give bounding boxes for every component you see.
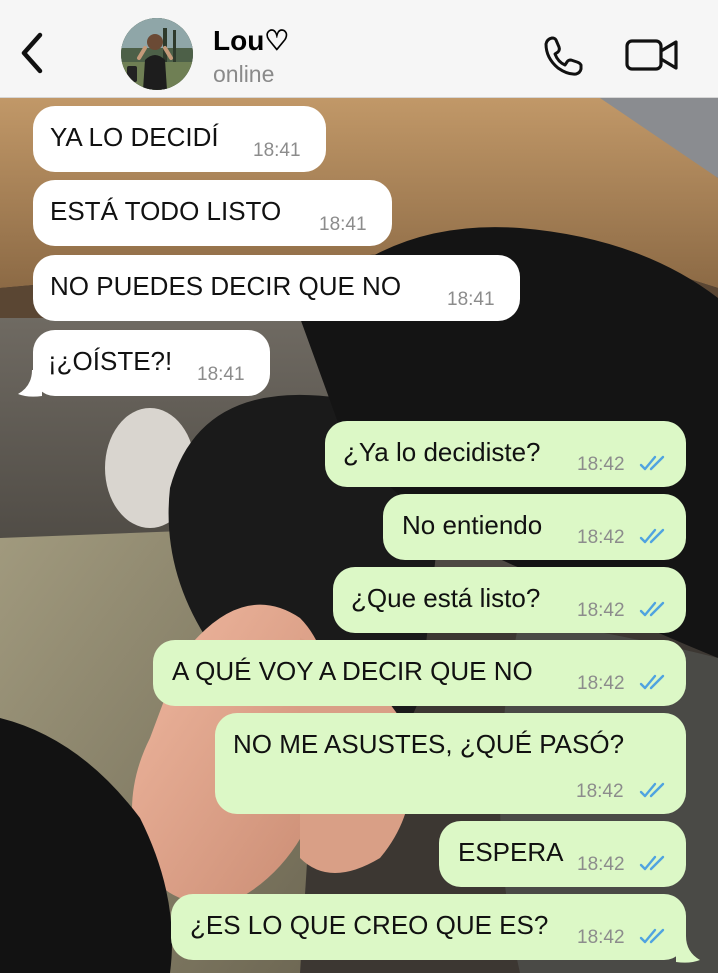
message-text: No entiendo (402, 510, 543, 540)
message-time: 18:41 (197, 364, 245, 385)
message-text: NO PUEDES DECIR QUE NO (50, 271, 402, 301)
message-time: 18:41 (253, 140, 301, 161)
message-bubble-incoming[interactable]: ESTÁ TODO LISTO 18:41 (33, 180, 392, 246)
back-button[interactable] (12, 28, 52, 78)
message-text: YA LO DECIDÍ (50, 122, 219, 152)
message-bubble-outgoing[interactable]: A QUÉ VOY A DECIR QUE NO 18:42 (153, 640, 686, 706)
avatar[interactable] (121, 18, 193, 90)
message-text: ESTÁ TODO LISTO (50, 196, 282, 226)
message-bubble-outgoing[interactable]: ¿Que está listo? 18:42 (333, 567, 686, 633)
voice-call-button[interactable] (538, 32, 586, 80)
message-time: 18:42 (577, 673, 625, 694)
message-time: 18:42 (577, 927, 625, 948)
contact-status: online (213, 61, 275, 87)
phone-icon (544, 36, 583, 76)
double-check-icon (639, 928, 665, 944)
message-time: 18:42 (577, 854, 625, 875)
message-bubble-incoming[interactable]: NO PUEDES DECIR QUE NO 18:41 (33, 255, 520, 321)
message-bubble-incoming[interactable]: ¡¿OÍSTE?! 18:41 (33, 330, 270, 396)
message-time: 18:41 (319, 214, 367, 235)
message-bubble-outgoing[interactable]: NO ME ASUSTES, ¿QUÉ PASÓ? 18:42 (215, 713, 686, 814)
message-bubble-outgoing[interactable]: ¿Ya lo decidiste? 18:42 (325, 421, 686, 487)
message-bubble-outgoing[interactable]: ESPERA 18:42 (439, 821, 686, 887)
message-time: 18:42 (577, 600, 625, 621)
chat-header: Lou♡ online (0, 0, 718, 98)
message-time: 18:42 (577, 527, 625, 548)
message-text: ¿Ya lo decidiste? (343, 437, 541, 467)
double-check-icon (639, 782, 665, 798)
message-text: ¿ES LO QUE CREO QUE ES? (190, 910, 549, 940)
chevron-left-icon (21, 32, 43, 74)
message-list[interactable]: YA LO DECIDÍ 18:41 ESTÁ TODO LISTO 18:41… (0, 98, 718, 973)
message-bubble-outgoing[interactable]: ¿ES LO QUE CREO QUE ES? 18:42 (171, 894, 686, 960)
video-call-button[interactable] (622, 34, 682, 76)
message-text: A QUÉ VOY A DECIR QUE NO (172, 656, 533, 686)
message-time: 18:41 (447, 289, 495, 310)
message-time: 18:42 (576, 781, 624, 802)
message-text: ¡¿OÍSTE?! (48, 346, 173, 376)
double-check-icon (639, 601, 665, 617)
contact-name[interactable]: Lou♡ (213, 24, 289, 57)
message-text: ESPERA (458, 837, 564, 867)
video-camera-icon (625, 39, 678, 71)
message-text: ¿Que está listo? (351, 583, 541, 613)
double-check-icon (639, 674, 665, 690)
double-check-icon (639, 528, 665, 544)
message-text: NO ME ASUSTES, ¿QUÉ PASÓ? (233, 729, 625, 759)
double-check-icon (639, 855, 665, 871)
message-bubble-outgoing[interactable]: No entiendo 18:42 (383, 494, 686, 560)
message-time: 18:42 (577, 454, 625, 475)
double-check-icon (639, 455, 665, 471)
message-bubble-incoming[interactable]: YA LO DECIDÍ 18:41 (33, 106, 326, 172)
